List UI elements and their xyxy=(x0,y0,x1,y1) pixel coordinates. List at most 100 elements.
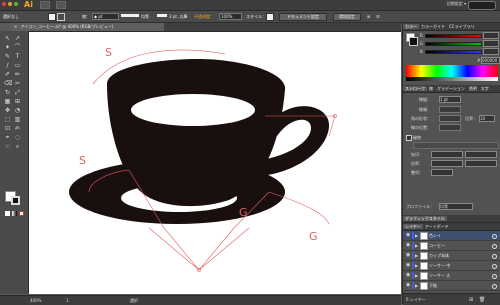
variable-width-profile[interactable] xyxy=(121,14,139,17)
layer-target-icon[interactable] xyxy=(492,254,497,259)
tab-cc-libraries[interactable]: CCライブラリ xyxy=(447,24,477,29)
tab-gradient[interactable]: グラデーション xyxy=(435,86,467,91)
dash-checkbox[interactable] xyxy=(406,135,412,141)
tab-transparency[interactable]: 透明 xyxy=(467,86,479,91)
arrange-icon[interactable]: ⊞ xyxy=(367,14,370,19)
tab-character[interactable]: 文字 xyxy=(479,86,491,91)
cap-buttons[interactable] xyxy=(439,106,461,113)
expand-arrow-icon[interactable]: ▶ xyxy=(415,253,418,258)
layer-row[interactable]: ◉ ▶ ソーサー 中 xyxy=(403,261,500,271)
tool-icon[interactable]: ✎ xyxy=(4,53,11,60)
color-spectrum[interactable] xyxy=(406,65,498,77)
hex-field[interactable]: 000000 xyxy=(481,57,500,64)
stroke-weight-input[interactable]: 1 pt xyxy=(439,96,461,103)
dash-pattern-fields[interactable] xyxy=(413,142,499,149)
tool-icon[interactable]: ↻ xyxy=(4,89,11,96)
new-layer-icon[interactable]: ⊞ xyxy=(469,297,473,303)
layer-row[interactable]: ◉ ▶ カップ本体 xyxy=(403,251,500,261)
layer-target-icon[interactable] xyxy=(492,274,497,279)
tool-icon[interactable]: ⬚ xyxy=(4,116,11,123)
grayscale-ramp[interactable] xyxy=(406,77,498,81)
layer-row[interactable]: ◉ ▶ 色レイ xyxy=(403,231,500,241)
tool-icon[interactable]: ⊡ xyxy=(4,125,11,132)
tool-icon[interactable]: ⌕ xyxy=(14,143,21,150)
tool-icon[interactable]: ⌖ xyxy=(4,134,11,141)
color-stroke-swatch[interactable] xyxy=(409,37,418,46)
tool-icon[interactable]: ⌫ xyxy=(4,80,12,87)
search-input[interactable] xyxy=(468,1,496,10)
close-window-button[interactable] xyxy=(2,2,6,6)
expand-arrow-icon[interactable]: ▶ xyxy=(415,243,418,248)
tool-icon[interactable]: ✥ xyxy=(4,107,11,114)
zoom-level[interactable]: 400% xyxy=(30,298,41,303)
layer-target-icon[interactable] xyxy=(492,264,497,269)
close-tab-icon[interactable]: × xyxy=(14,24,17,29)
preferences-button[interactable]: 環境設定 xyxy=(333,13,361,21)
tab-line[interactable]: 線 xyxy=(427,86,435,91)
stroke-color-swatch[interactable] xyxy=(11,196,20,205)
tool-icon[interactable]: ↖ xyxy=(4,35,11,42)
color-mode-button[interactable] xyxy=(5,211,10,216)
arrow-align-buttons[interactable] xyxy=(431,169,453,176)
tool-icon[interactable]: ⊞ xyxy=(14,98,21,105)
stroke-weight-field[interactable]: ◆ pt xyxy=(92,13,119,20)
tool-icon[interactable]: ✍ xyxy=(14,125,21,132)
visibility-eye-icon[interactable]: ◉ xyxy=(406,253,411,258)
corner-buttons[interactable] xyxy=(439,115,461,122)
panel-menu-icon[interactable]: ☰ xyxy=(376,14,380,19)
arrange-documents-button[interactable] xyxy=(56,1,66,9)
channel-g-field[interactable] xyxy=(483,40,499,47)
stroke-swatch[interactable] xyxy=(57,13,65,21)
tool-icon[interactable]: / xyxy=(4,62,11,69)
channel-b-field[interactable] xyxy=(483,48,499,55)
zoom-window-button[interactable] xyxy=(14,2,18,6)
tab-stroke[interactable]: ストローク xyxy=(403,86,427,91)
document-tab[interactable]: × アイコン_コーヒー.ai* @ 400% (RGB/プレビュー) xyxy=(10,23,164,31)
expand-arrow-icon[interactable]: ▶ xyxy=(415,263,418,268)
minimize-window-button[interactable] xyxy=(8,2,12,6)
tool-icon[interactable]: ▭ xyxy=(14,62,21,69)
page-number[interactable]: 1 xyxy=(66,298,69,303)
graphic-style-swatch[interactable] xyxy=(266,13,274,21)
visibility-eye-icon[interactable]: ◉ xyxy=(406,243,411,248)
visibility-eye-icon[interactable]: ◉ xyxy=(406,263,411,268)
layer-target-icon[interactable] xyxy=(492,284,497,289)
tool-icon[interactable]: ☜ xyxy=(4,143,11,150)
status-mode[interactable]: 選択 xyxy=(130,298,138,304)
tab-color[interactable]: カラー xyxy=(403,24,419,29)
tool-icon[interactable]: ◌ xyxy=(14,134,21,141)
channel-r-field[interactable] xyxy=(483,32,499,39)
tool-icon[interactable]: ▦ xyxy=(4,98,11,105)
limit-input[interactable]: 10 xyxy=(479,115,495,122)
arrow-scale-end[interactable] xyxy=(465,160,497,167)
tool-icon[interactable]: ✦ xyxy=(4,44,11,51)
tab-color-guide[interactable]: カラーガイド xyxy=(419,24,447,29)
opacity-label[interactable]: 不透明度： xyxy=(194,14,214,20)
tab-layers[interactable]: レイヤー xyxy=(403,224,423,229)
tool-icon[interactable]: ⌒ xyxy=(14,44,21,51)
layer-target-icon[interactable] xyxy=(492,234,497,239)
delete-layer-icon[interactable]: 🗑 xyxy=(479,297,485,303)
tool-icon[interactable]: ⤢ xyxy=(14,89,21,96)
tool-icon[interactable]: ✐ xyxy=(4,71,11,78)
channel-g-slider[interactable] xyxy=(425,42,482,46)
expand-arrow-icon[interactable]: ▶ xyxy=(415,273,418,278)
fill-swatch[interactable] xyxy=(48,13,56,21)
opacity-field[interactable]: 100% xyxy=(219,13,242,20)
profile-select[interactable]: 均等 xyxy=(439,203,473,210)
layer-row[interactable]: ◉ ▶ コーヒー xyxy=(403,241,500,251)
visibility-eye-icon[interactable]: ◉ xyxy=(406,233,411,238)
tab-graphic-styles[interactable]: グラフィックスタイル xyxy=(403,216,447,221)
none-mode-button[interactable] xyxy=(19,211,24,216)
align-stroke-buttons[interactable] xyxy=(439,124,461,131)
gradient-mode-button[interactable] xyxy=(12,211,17,216)
tool-icon[interactable]: ◔ xyxy=(14,107,21,114)
arrowhead-end-select[interactable] xyxy=(465,151,497,158)
bridge-button[interactable] xyxy=(40,1,50,9)
document-setup-button[interactable]: ドキュメント設定 xyxy=(279,13,327,21)
artboard-canvas[interactable]: S S G G xyxy=(29,32,401,294)
tab-artboards[interactable]: アートボード xyxy=(423,224,451,229)
layer-row[interactable]: ◉ ▶ 下絵 xyxy=(403,281,500,291)
tool-icon[interactable]: T xyxy=(14,53,21,60)
layer-row[interactable]: ◉ ▶ ソーサー 大 xyxy=(403,271,500,281)
